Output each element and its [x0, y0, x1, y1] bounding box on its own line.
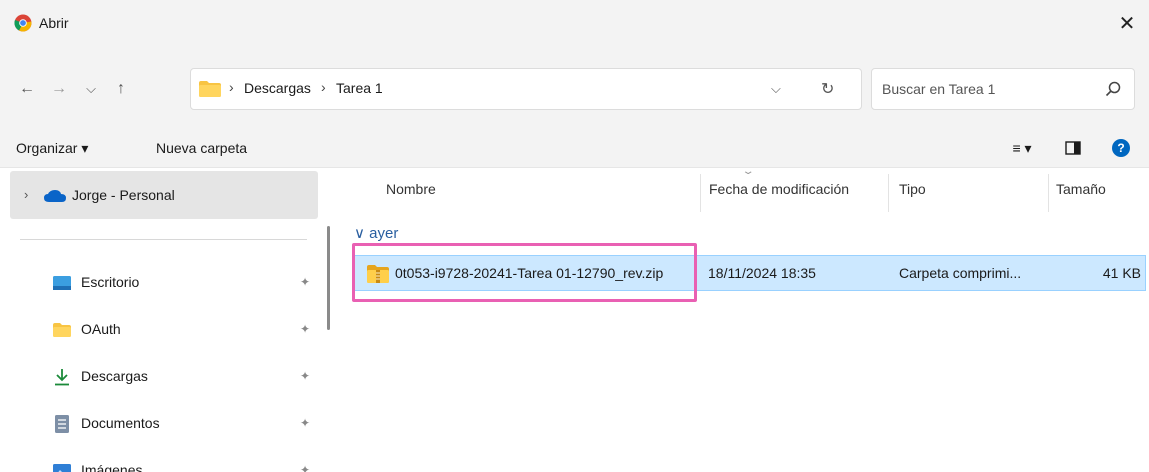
preview-pane-icon [1065, 141, 1081, 155]
preview-pane-button[interactable] [1062, 136, 1084, 160]
organize-menu[interactable]: Organizar ▾ [16, 140, 88, 157]
desktop-icon [53, 274, 71, 292]
highlight-box [352, 243, 697, 302]
column-header-modified[interactable]: Fecha de modificación [709, 181, 849, 197]
column-header-size[interactable]: Tamaño [1056, 181, 1106, 197]
address-bar[interactable]: › Descargas › Tarea 1 ⌵ ↻ [190, 68, 862, 110]
breadcrumb-descargas[interactable]: Descargas [244, 80, 311, 96]
sidebar-item-descargas[interactable]: Descargas ✦ [0, 358, 320, 398]
help-button[interactable]: ? [1110, 136, 1132, 160]
sidebar-item-label: Descargas [81, 368, 148, 384]
file-modified: 18/11/2024 18:35 [708, 265, 816, 281]
up-button[interactable]: ↑ [110, 78, 132, 100]
search-box[interactable]: Buscar en Tarea 1 [871, 68, 1135, 110]
breadcrumb-separator: › [229, 79, 234, 95]
sidebar-item-label: Imágenes [81, 462, 143, 472]
back-button[interactable]: ← [16, 78, 38, 100]
chevron-right-icon[interactable]: › [24, 187, 28, 202]
sort-indicator-icon: ⌄ [741, 166, 755, 177]
pin-icon[interactable]: ✦ [300, 369, 310, 383]
help-icon: ? [1112, 139, 1130, 157]
folder-icon [53, 321, 71, 339]
sidebar-item-onedrive[interactable]: › Jorge - Personal [10, 171, 318, 219]
column-divider[interactable] [700, 174, 701, 212]
sidebar-item-imagenes[interactable]: Imágenes ✦ [0, 452, 320, 472]
cloud-icon [44, 190, 66, 202]
download-icon [53, 368, 71, 386]
divider [20, 239, 307, 240]
chrome-icon [14, 14, 32, 32]
forward-button[interactable]: → [48, 78, 70, 100]
sidebar-item-escritorio[interactable]: Escritorio ✦ [0, 264, 320, 304]
file-list: ⌄ Nombre Fecha de modificación Tipo Tama… [342, 166, 1149, 472]
pin-icon[interactable]: ✦ [300, 416, 310, 430]
file-size: 41 KB [1102, 265, 1141, 281]
pin-icon[interactable]: ✦ [300, 322, 310, 336]
sidebar-item-label: Escritorio [81, 274, 140, 290]
folder-icon [199, 81, 221, 97]
column-header-name[interactable]: Nombre [386, 181, 436, 197]
pictures-icon [53, 462, 71, 472]
group-header-ayer[interactable]: ∨ ayer [354, 224, 398, 242]
search-input[interactable]: Buscar en Tarea 1 [882, 81, 995, 97]
navigation-bar: ← → ⌵ ↑ › Descargas › Tarea 1 ⌵ ↻ Buscar… [0, 48, 1149, 128]
breadcrumb-separator: › [321, 79, 326, 95]
sidebar-item-label: Jorge - Personal [72, 187, 175, 203]
navigation-pane-scrollbar[interactable] [327, 226, 330, 330]
pin-icon[interactable]: ✦ [300, 463, 310, 472]
pin-icon[interactable]: ✦ [300, 275, 310, 289]
column-divider[interactable] [888, 174, 889, 212]
column-divider[interactable] [1048, 174, 1049, 212]
window-title: Abrir [39, 15, 69, 31]
address-dropdown-button[interactable]: ⌵ [771, 81, 781, 97]
recent-locations-button[interactable]: ⌵ [80, 78, 102, 100]
title-bar: Abrir ✕ [0, 0, 1149, 48]
sidebar-item-oauth[interactable]: OAuth ✦ [0, 311, 320, 351]
search-icon [1105, 81, 1121, 97]
navigation-pane: › Jorge - Personal Escritorio ✦ OAuth ✦ … [0, 168, 328, 472]
new-folder-button[interactable]: Nueva carpeta [156, 140, 247, 156]
close-button[interactable]: ✕ [1113, 9, 1141, 37]
sidebar-item-label: OAuth [81, 321, 121, 337]
sidebar-item-documentos[interactable]: Documentos ✦ [0, 405, 320, 445]
breadcrumb-tarea-1[interactable]: Tarea 1 [336, 80, 383, 96]
column-header-type[interactable]: Tipo [899, 181, 926, 197]
view-menu-button[interactable]: ≡ ▾ [1004, 136, 1040, 160]
file-type: Carpeta comprimi... [899, 265, 1022, 281]
documents-icon [53, 415, 71, 433]
refresh-button[interactable]: ↻ [821, 79, 834, 99]
sidebar-item-label: Documentos [81, 415, 160, 431]
command-toolbar: Organizar ▾ Nueva carpeta ≡ ▾ ? [0, 128, 1149, 168]
